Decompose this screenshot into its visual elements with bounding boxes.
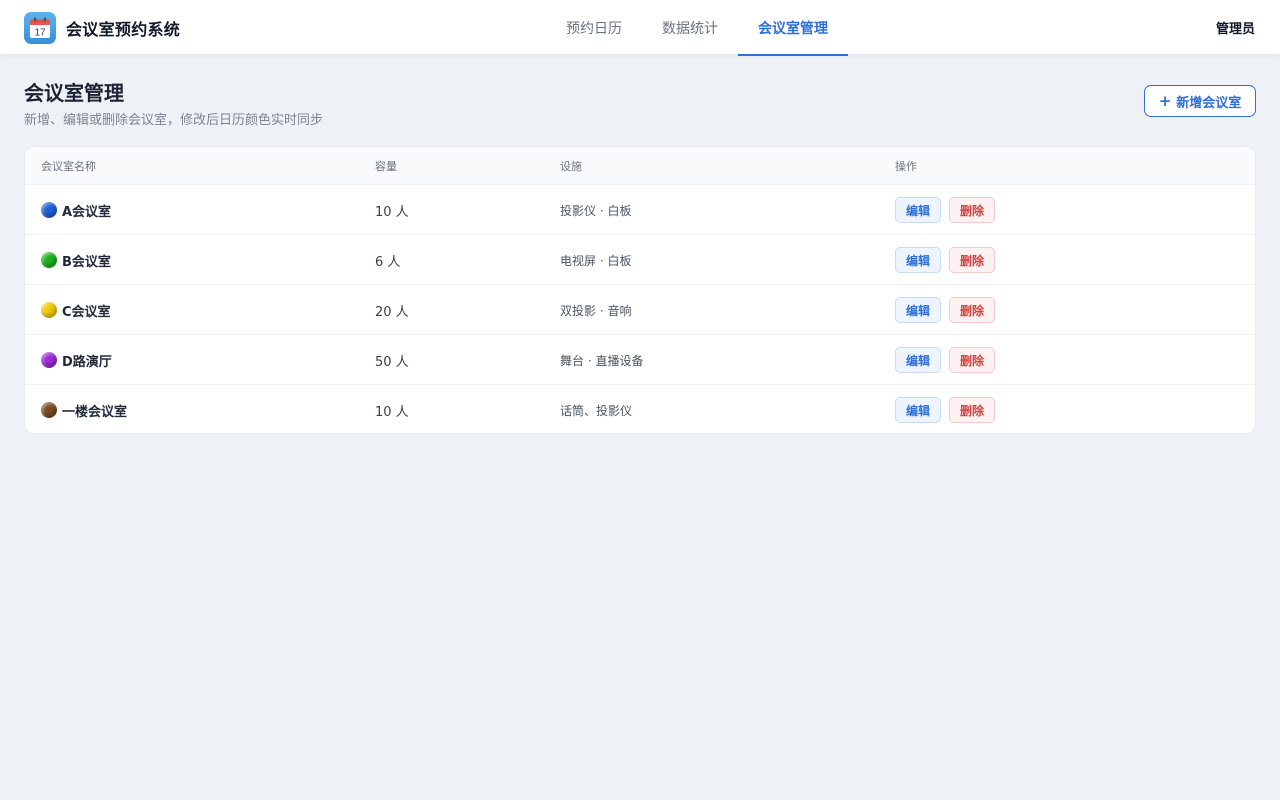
rooms-table: 会议室名称 容量 设施 操作 A会议室 10 人 投影仪 · 白板 编辑 删除 … [24,146,1256,434]
table-row: 一楼会议室 10 人 话筒、投影仪 编辑 删除 [25,385,1255,433]
plus-icon: + [1158,92,1172,110]
table-row: C会议室 20 人 双投影 · 音响 编辑 删除 [25,285,1255,335]
room-name: 一楼会议室 [62,404,128,420]
room-facilities: 话筒、投影仪 [560,403,633,418]
room-name-cell: D路演厅 [41,335,112,385]
room-facilities: 电视屏 · 白板 [560,253,632,268]
tab-room-management[interactable]: 会议室管理 [738,0,848,56]
delete-button[interactable]: 删除 [949,397,995,423]
edit-button[interactable]: 编辑 [895,197,941,223]
add-room-label: 新增会议室 [1176,95,1242,111]
app-title: 会议室预约系统 [66,20,181,39]
room-color-dot [41,302,57,318]
room-color-dot [41,202,57,218]
table-row: B会议室 6 人 电视屏 · 白板 编辑 删除 [25,235,1255,285]
column-header-facilities: 设施 [560,160,582,173]
room-capacity: 10 人 [375,404,409,420]
room-name-cell: C会议室 [41,285,111,335]
tab-calendar[interactable]: 预约日历 [546,0,642,55]
edit-button[interactable]: 编辑 [895,297,941,323]
column-header-capacity: 容量 [375,160,397,173]
tab-label: 会议室管理 [758,20,828,37]
page-title: 会议室管理 [24,81,124,105]
delete-button[interactable]: 删除 [949,347,995,373]
brand[interactable]: 17 会议室预约系统 [24,12,180,44]
room-actions: 编辑 删除 [895,185,995,235]
room-color-dot [41,402,57,418]
room-actions: 编辑 删除 [895,335,995,385]
table-row: D路演厅 50 人 舞台 · 直播设备 编辑 删除 [25,335,1255,385]
user-menu[interactable]: 管理员 [1216,0,1255,55]
edit-button[interactable]: 编辑 [895,247,941,273]
delete-button[interactable]: 删除 [949,297,995,323]
column-header-actions: 操作 [895,160,917,173]
page-subtitle: 新增、编辑或删除会议室，修改后日历颜色实时同步 [24,113,324,128]
tab-label: 数据统计 [662,20,718,37]
room-facilities: 双投影 · 音响 [560,303,632,318]
room-color-dot [41,352,57,368]
add-room-button[interactable]: + 新增会议室 [1144,85,1256,117]
room-facilities: 投影仪 · 白板 [560,203,632,218]
room-name: A会议室 [62,204,112,220]
room-capacity: 50 人 [375,354,409,370]
room-name: C会议室 [62,304,111,320]
edit-button[interactable]: 编辑 [895,397,941,423]
room-name-cell: A会议室 [41,185,111,235]
delete-button[interactable]: 删除 [949,197,995,223]
room-name-cell: B会议室 [41,235,111,285]
room-color-dot [41,252,57,268]
edit-button[interactable]: 编辑 [895,347,941,373]
room-actions: 编辑 删除 [895,235,995,285]
top-navigation-bar: 17 会议室预约系统 预约日历 数据统计 会议室管理 管理员 [0,0,1280,56]
room-actions: 编辑 删除 [895,285,995,335]
table-header: 会议室名称 容量 设施 操作 [25,147,1255,185]
calendar-day-label: 17 [34,28,46,39]
room-actions: 编辑 删除 [895,385,995,433]
room-capacity: 6 人 [375,254,401,270]
room-name: B会议室 [62,254,111,270]
tab-label: 预约日历 [566,20,622,37]
room-name-cell: 一楼会议室 [41,385,128,433]
room-capacity: 20 人 [375,304,409,320]
tab-statistics[interactable]: 数据统计 [642,0,738,55]
main-nav: 预约日历 数据统计 会议室管理 [546,0,848,56]
delete-button[interactable]: 删除 [949,247,995,273]
calendar-icon: 17 [24,12,56,44]
room-name: D路演厅 [62,354,112,370]
table-row: A会议室 10 人 投影仪 · 白板 编辑 删除 [25,185,1255,235]
column-header-name: 会议室名称 [41,160,96,173]
room-facilities: 舞台 · 直播设备 [560,353,644,368]
room-capacity: 10 人 [375,204,409,220]
user-label: 管理员 [1215,22,1255,37]
